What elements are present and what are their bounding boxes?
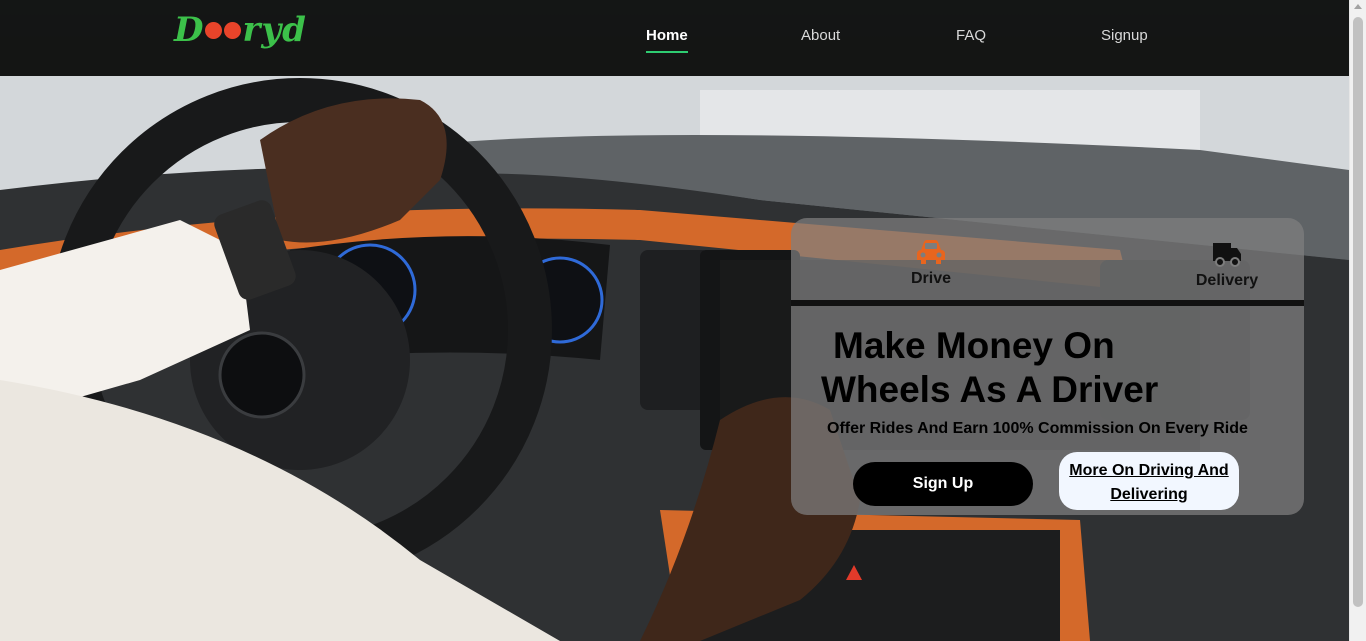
nav-link-home[interactable]: Home xyxy=(646,27,688,53)
hero-card: Drive Delivery Make Money On Wheels As A… xyxy=(791,218,1304,515)
tab-drive-label: Drive xyxy=(910,270,952,287)
logo-dot-icon xyxy=(224,22,242,39)
nav-link-signup[interactable]: Signup xyxy=(1101,27,1148,44)
nav-link-faq[interactable]: FAQ xyxy=(956,27,986,44)
scrollbar-thumb[interactable] xyxy=(1353,17,1363,607)
brand-logo[interactable]: Dryd xyxy=(174,10,307,50)
hero-subline: Offer Rides And Earn 100% Commission On … xyxy=(827,420,1248,437)
headline-line-2: Wheels As A Driver xyxy=(821,369,1159,410)
tab-drive[interactable]: Drive xyxy=(891,238,971,288)
truck-icon xyxy=(1213,243,1241,267)
tab-delivery-label: Delivery xyxy=(1195,272,1259,289)
scroll-up-arrow-icon[interactable] xyxy=(1354,4,1362,9)
tab-delivery[interactable]: Delivery xyxy=(1187,240,1267,290)
headline-line-1: Make Money On xyxy=(833,325,1115,366)
tab-divider xyxy=(791,300,1304,306)
logo-dot-icon xyxy=(205,22,223,39)
page-scrollbar[interactable] xyxy=(1349,0,1366,641)
sign-up-button[interactable]: Sign Up xyxy=(853,462,1033,506)
more-info-line-2: Delivering xyxy=(1110,486,1188,503)
nav-link-about[interactable]: About xyxy=(801,27,840,44)
more-info-button[interactable]: More On Driving And Delivering xyxy=(1059,452,1239,510)
hero-headline: Make Money On Wheels As A Driver xyxy=(821,324,1241,412)
top-navbar: Dryd Home About FAQ Signup xyxy=(0,0,1349,76)
hero-section: Dryd Home About FAQ Signup Drive Deliver… xyxy=(0,0,1349,641)
more-info-line-1: More On Driving And xyxy=(1069,462,1229,479)
car-icon xyxy=(917,240,945,264)
